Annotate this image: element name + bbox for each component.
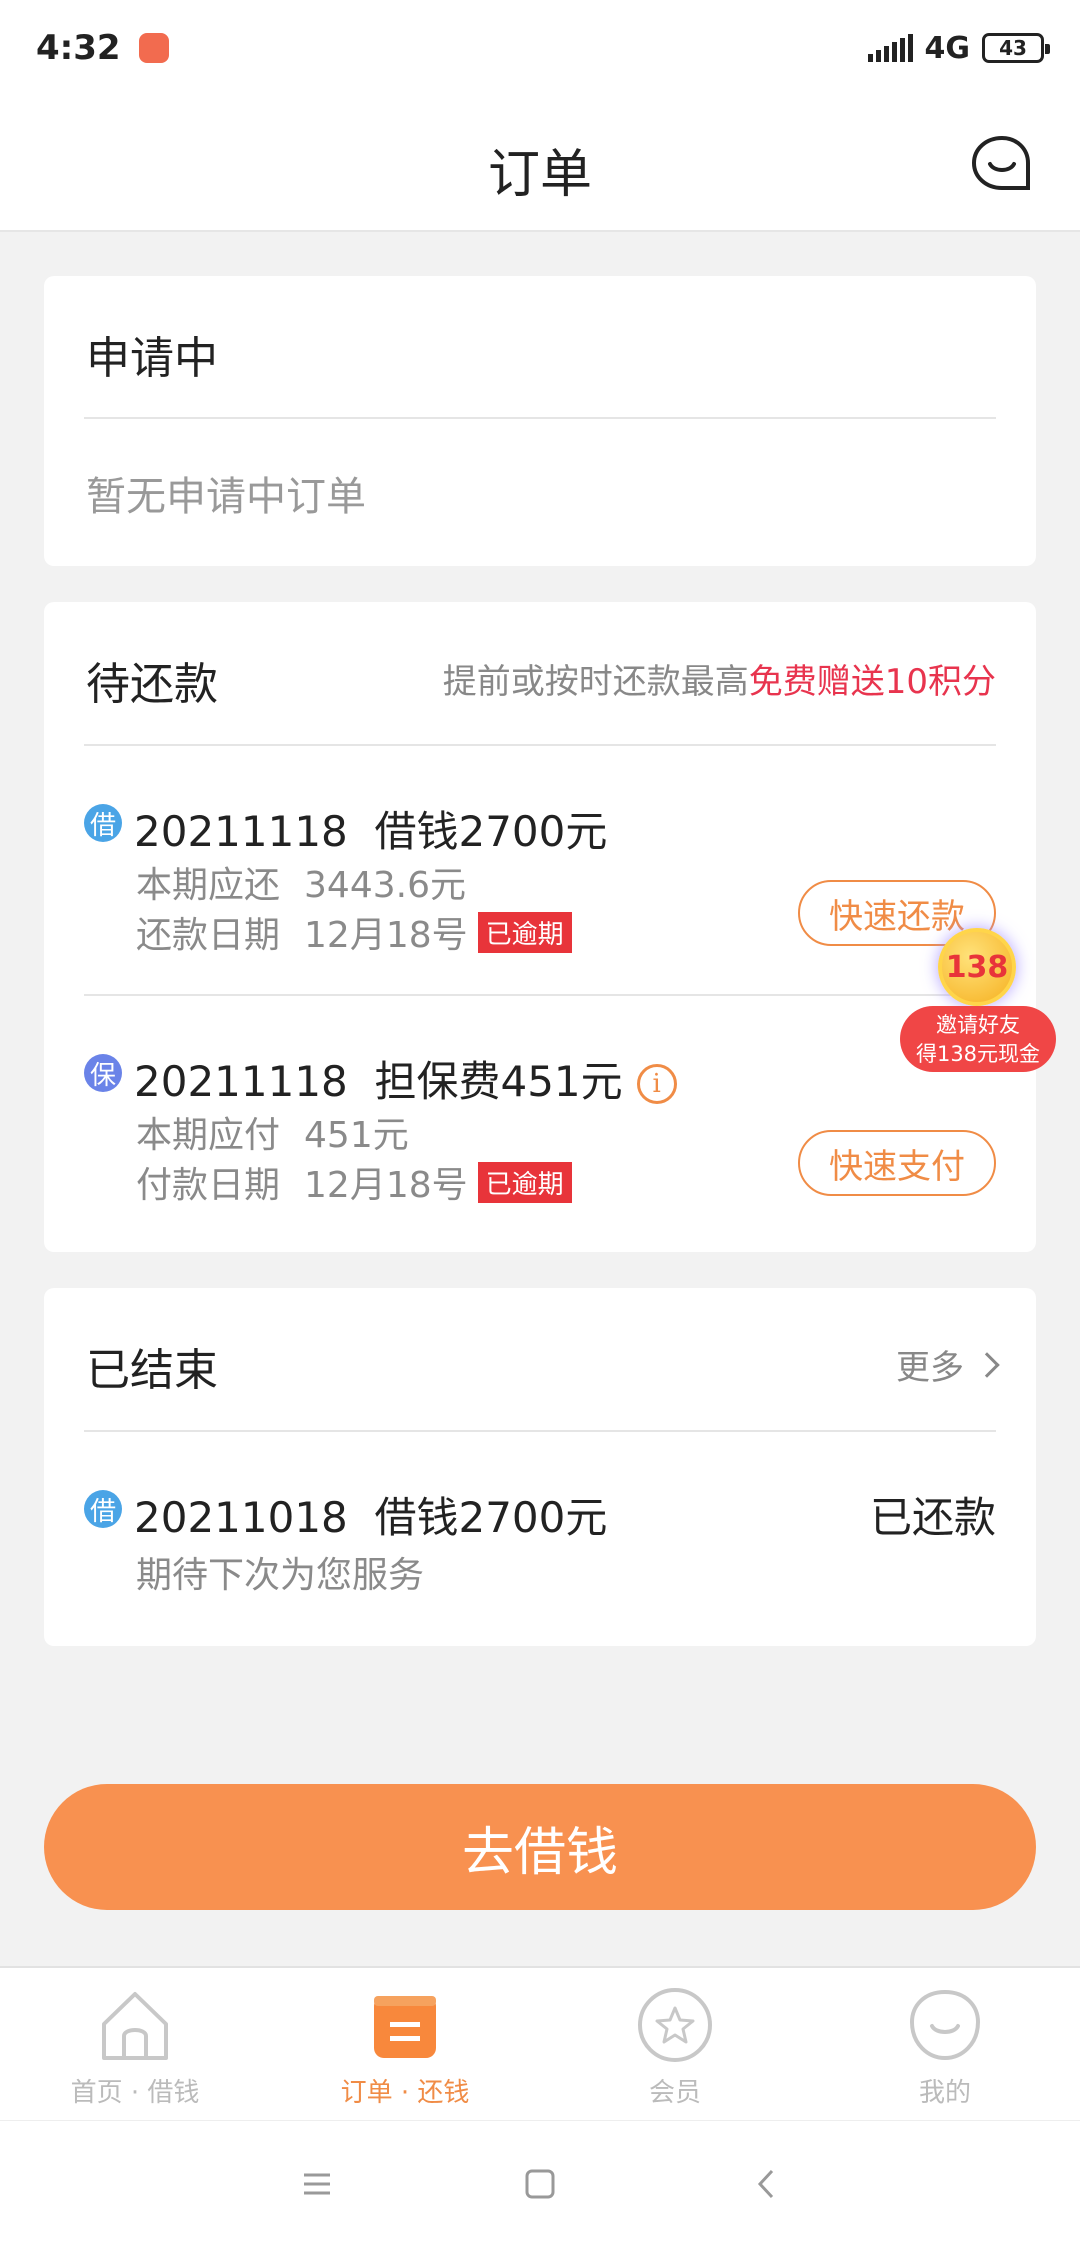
due-date-line: 付款日期 12月18号 已逾期: [136, 1156, 572, 1208]
invite-line2: 得138元现金: [915, 1042, 1041, 1066]
star-icon: [638, 1988, 712, 2062]
order-title: 20211118 担保费451元 i: [134, 1048, 677, 1109]
signal-icon: [867, 34, 913, 62]
pending-order-guarantee: 保 20211118 担保费451元 i 本期应付 451元 付款日期 12月18号已…: [84, 1048, 996, 1248]
more-link[interactable]: 更多: [896, 1340, 1000, 1389]
due-date-label: 还款日期: [136, 915, 281, 956]
divider: [84, 744, 996, 746]
home-square-icon[interactable]: [523, 2167, 557, 2201]
amount-due-line: 本期应付 451元: [136, 1106, 409, 1158]
page-header: 订单: [0, 96, 1080, 232]
battery-icon: 43: [982, 33, 1050, 63]
applying-empty-text: 暂无申请中订单: [86, 474, 366, 520]
amount-due-label: 本期应还: [136, 865, 281, 906]
invite-promo-badge[interactable]: 138 邀请好友 得138元现金: [900, 928, 1056, 1074]
status-time: 4:32: [36, 28, 121, 68]
loan-tag-icon: 借: [84, 804, 122, 842]
order-id: 20211018: [134, 1493, 348, 1542]
amount-due-line: 本期应还 3443.6元: [136, 856, 466, 908]
divider: [84, 1430, 996, 1432]
finished-order[interactable]: 借 20211018 借钱2700元 已还款 期待下次为您服务: [84, 1484, 996, 1604]
pending-card: 待还款 提前或按时还款最高免费赠送10积分 借 20211118 借钱2700元…: [44, 602, 1036, 1252]
profile-icon: [909, 1989, 981, 2061]
nav-orders-label: 订单 · 还钱: [340, 2078, 470, 2108]
borrow-button[interactable]: 去借钱: [44, 1784, 1036, 1910]
order-title: 20211018 借钱2700元: [134, 1484, 607, 1545]
order-note: 期待下次为您服务: [136, 1555, 425, 1596]
nav-profile-label: 我的: [918, 2078, 971, 2108]
pending-title: 待还款: [86, 659, 218, 710]
promo-prefix: 提前或按时还款最高: [442, 662, 749, 702]
app-notification-icon: [138, 33, 169, 63]
finished-card: 已结束 更多 借 20211018 借钱2700元 已还款 期待下次为您服务: [44, 1288, 1036, 1646]
coin-icon: 138: [938, 928, 1016, 1006]
order-id: 20211118: [134, 807, 348, 856]
page-title: 订单: [487, 145, 592, 205]
nav-home[interactable]: 首页 · 借钱: [0, 1968, 270, 2120]
order-desc: 担保费451元: [374, 1057, 623, 1106]
info-icon[interactable]: i: [636, 1064, 677, 1104]
nav-home-label: 首页 · 借钱: [70, 2078, 200, 2108]
order-desc: 借钱2700元: [374, 1493, 608, 1542]
nav-profile[interactable]: 我的: [810, 1968, 1080, 2120]
chevron-right-icon: [974, 1351, 1000, 1378]
order-id: 20211118: [134, 1057, 348, 1106]
applying-title: 申请中: [86, 333, 218, 384]
quick-pay-button[interactable]: 快速支付: [798, 1130, 996, 1196]
repay-promo-text: 提前或按时还款最高免费赠送10积分: [443, 654, 996, 703]
order-desc: 借钱2700元: [374, 807, 608, 856]
system-nav-bar: [0, 2120, 1080, 2248]
nav-member-label: 会员: [648, 2078, 701, 2108]
amount-due-value: 3443.6元: [304, 865, 466, 906]
nav-member[interactable]: 会员: [540, 1968, 810, 2120]
amount-due-label: 本期应付: [136, 1115, 281, 1156]
due-date-value: 12月18号: [304, 915, 468, 956]
pending-order-loan: 借 20211118 借钱2700元 本期应还 3443.6元 还款日期 12月18…: [84, 798, 996, 1018]
promo-highlight: 免费赠送10积分: [748, 662, 996, 702]
overdue-badge: 已逾期: [477, 1162, 572, 1203]
nav-orders[interactable]: 订单 · 还钱: [270, 1968, 540, 2120]
orders-icon: [374, 1996, 436, 2058]
due-date-label: 付款日期: [136, 1165, 281, 1206]
finished-title: 已结束: [86, 1345, 218, 1396]
divider: [84, 994, 996, 996]
guarantee-tag-icon: 保: [84, 1054, 122, 1092]
house-icon: [102, 1992, 168, 2060]
invite-promo-label: 邀请好友 得138元现金: [900, 1006, 1056, 1072]
loan-tag-icon: 借: [84, 1490, 122, 1528]
due-date-line: 还款日期 12月18号 已逾期: [136, 906, 572, 958]
order-status: 已还款: [869, 1493, 996, 1542]
divider: [84, 417, 996, 419]
order-title: 20211118 借钱2700元: [134, 798, 607, 859]
more-label: 更多: [896, 1348, 964, 1388]
back-icon[interactable]: [750, 2167, 784, 2201]
status-bar: 4:32 4G 43: [0, 0, 1080, 96]
status-indicators: 4G 43: [867, 30, 1050, 66]
due-date-value: 12月18号: [304, 1165, 468, 1206]
network-type: 4G: [924, 30, 971, 66]
customer-service-icon[interactable]: [970, 134, 1034, 194]
invite-line1: 邀请好友: [936, 1013, 1020, 1037]
overdue-badge: 已逾期: [477, 912, 572, 953]
applying-card: 申请中 暂无申请中订单: [44, 276, 1036, 566]
bottom-nav: 首页 · 借钱 订单 · 还钱 会员 我的: [0, 1966, 1080, 2120]
menu-icon[interactable]: [300, 2167, 334, 2201]
amount-due-value: 451元: [304, 1115, 409, 1156]
